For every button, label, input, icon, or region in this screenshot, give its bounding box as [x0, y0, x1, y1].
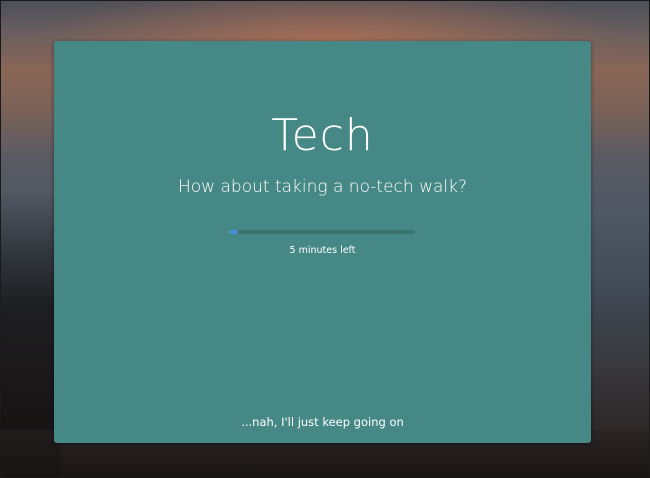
category-title: Tech: [271, 110, 374, 161]
dismiss-link[interactable]: ...nah, I'll just keep going on: [54, 414, 591, 430]
countdown-progress-bar: [229, 230, 415, 234]
time-left-label: 5 minutes left: [289, 245, 356, 256]
countdown-progress-fill: [229, 230, 239, 234]
suggestion-text: How about taking a no-tech walk?: [178, 177, 467, 197]
break-reminder-card: Tech How about taking a no-tech walk? 5 …: [54, 41, 591, 443]
